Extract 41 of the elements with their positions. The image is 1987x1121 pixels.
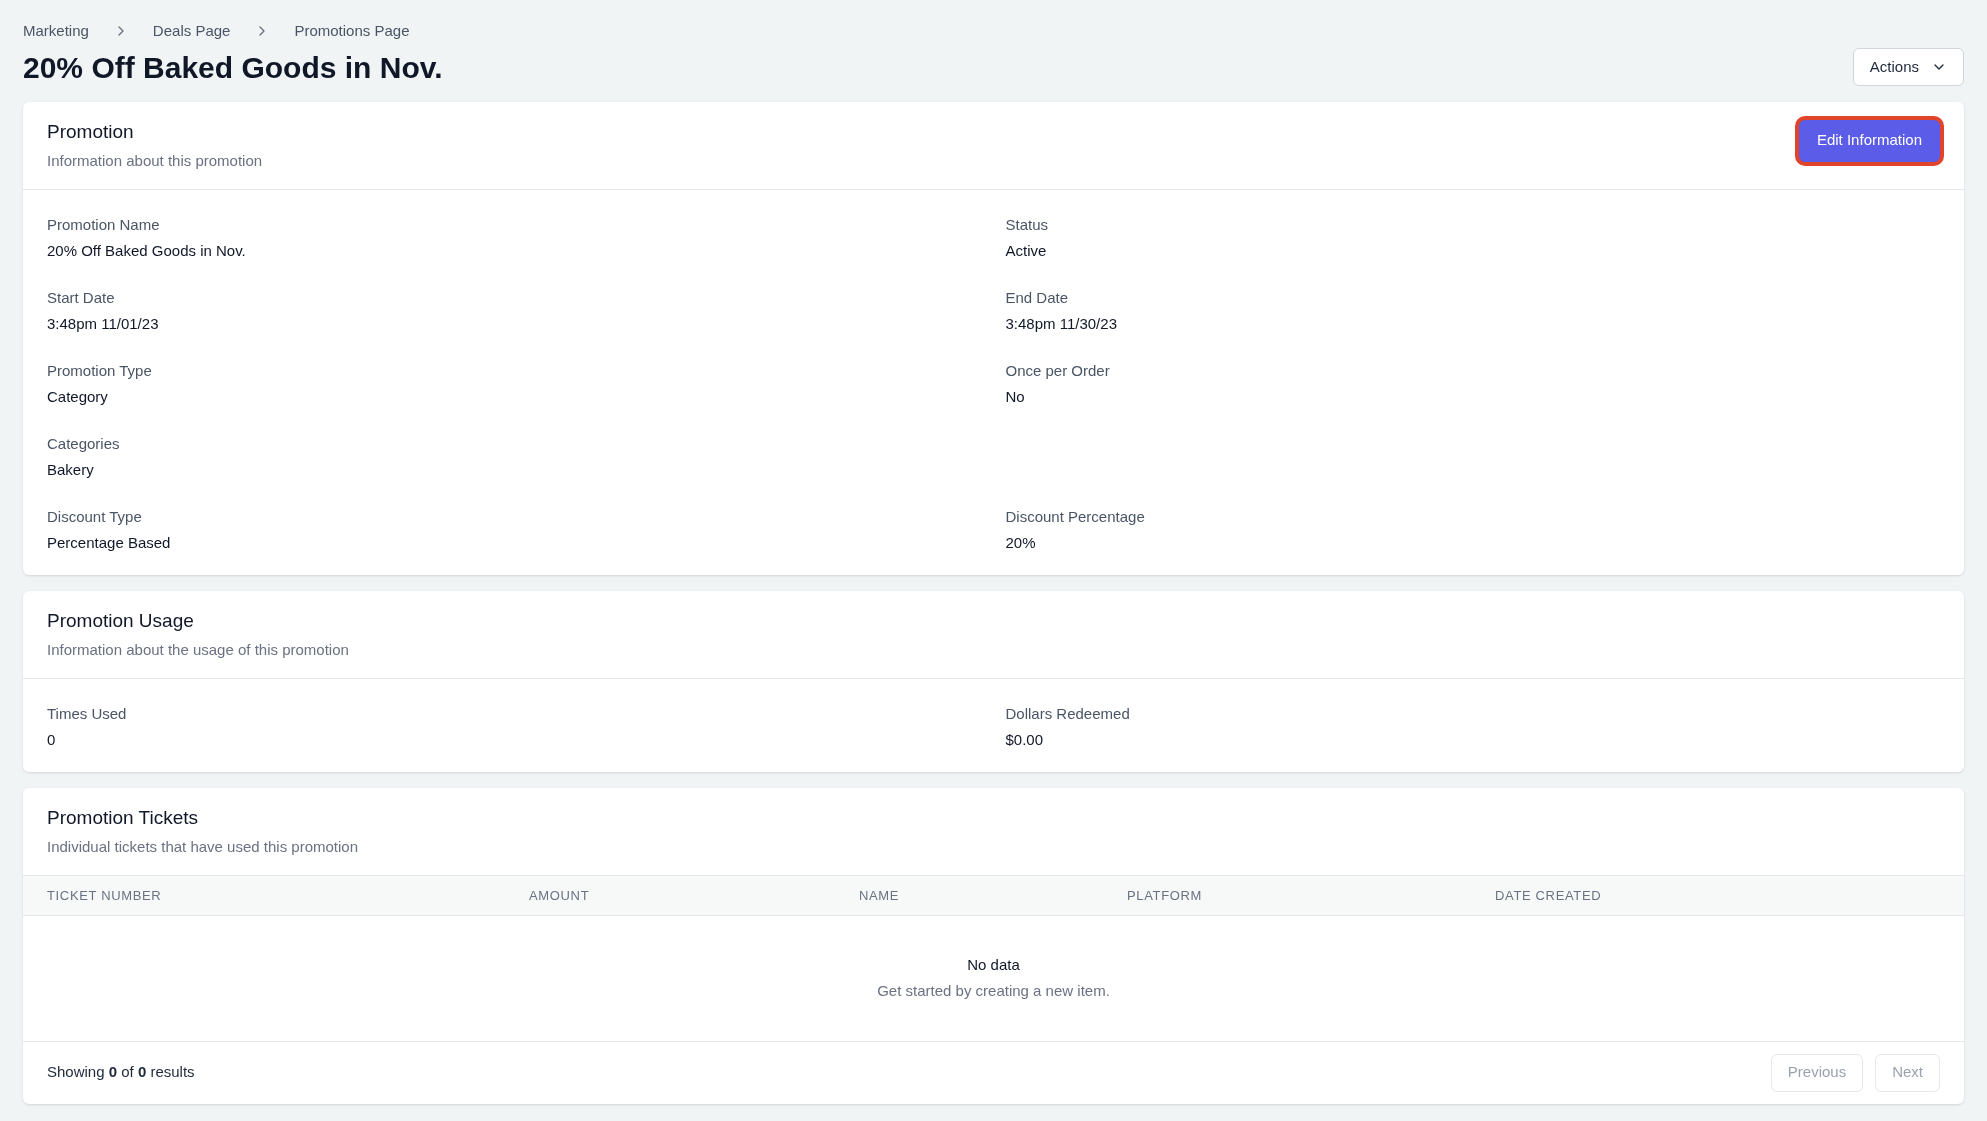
field-value: Active: [1005, 241, 1048, 261]
field-label: Discount Percentage: [1005, 506, 1146, 527]
card-subtitle: Information about the usage of this promotion: [47, 640, 349, 660]
card-title: Promotion: [47, 119, 135, 144]
field-label: Promotion Type: [47, 360, 153, 381]
results-summary: Showing 0 of 0 results: [47, 1062, 195, 1083]
field-label: Dollars Redeemed: [1005, 703, 1131, 724]
field-label: Promotion Name: [47, 214, 161, 235]
breadcrumb-link[interactable]: Promotions Page: [294, 20, 410, 43]
field-label: Once per Order: [1005, 360, 1111, 381]
page-title: 20% Off Baked Goods in Nov.: [23, 49, 443, 86]
field-value: 20%: [1005, 533, 1037, 553]
field-label: Categories: [47, 433, 121, 454]
field-label: Discount Type: [47, 506, 143, 527]
field-value: 3:48pm 11/30/23: [1005, 314, 1118, 334]
field-label: Status: [1005, 214, 1050, 235]
field-label: End Date: [1005, 287, 1070, 308]
field-label: Times Used: [47, 703, 128, 724]
card-subtitle: Information about this promotion: [47, 151, 263, 171]
column-header: PLATFORM: [1127, 888, 1203, 903]
column-header: NAME: [859, 888, 900, 903]
field-value: Bakery: [47, 460, 95, 480]
column-header: AMOUNT: [529, 888, 590, 903]
breadcrumb-link[interactable]: Marketing: [23, 20, 89, 43]
column-header: TICKET NUMBER: [47, 888, 162, 903]
field-value: Percentage Based: [47, 533, 172, 553]
field-value: Category: [47, 387, 109, 407]
column-header: DATE CREATED: [1495, 888, 1602, 903]
field-value: 3:48pm 11/01/23: [47, 314, 160, 334]
field-value: 20% Off Baked Goods in Nov.: [47, 241, 247, 261]
card-subtitle: Individual tickets that have used this promotion: [47, 837, 358, 857]
field-value: No: [1005, 387, 1026, 407]
actions-button[interactable]: Actions: [1852, 48, 1964, 86]
empty-text: Get started by creating a new item.: [877, 981, 1110, 1001]
breadcrumb-link[interactable]: Deals Page: [152, 20, 231, 43]
empty-title: No data: [967, 954, 1020, 975]
card-title: Promotion Tickets: [47, 805, 199, 830]
field-value: $0.00: [1005, 730, 1045, 750]
field-value: 0: [47, 730, 57, 750]
field-label: Start Date: [47, 287, 116, 308]
card-title: Promotion Usage: [47, 608, 195, 633]
